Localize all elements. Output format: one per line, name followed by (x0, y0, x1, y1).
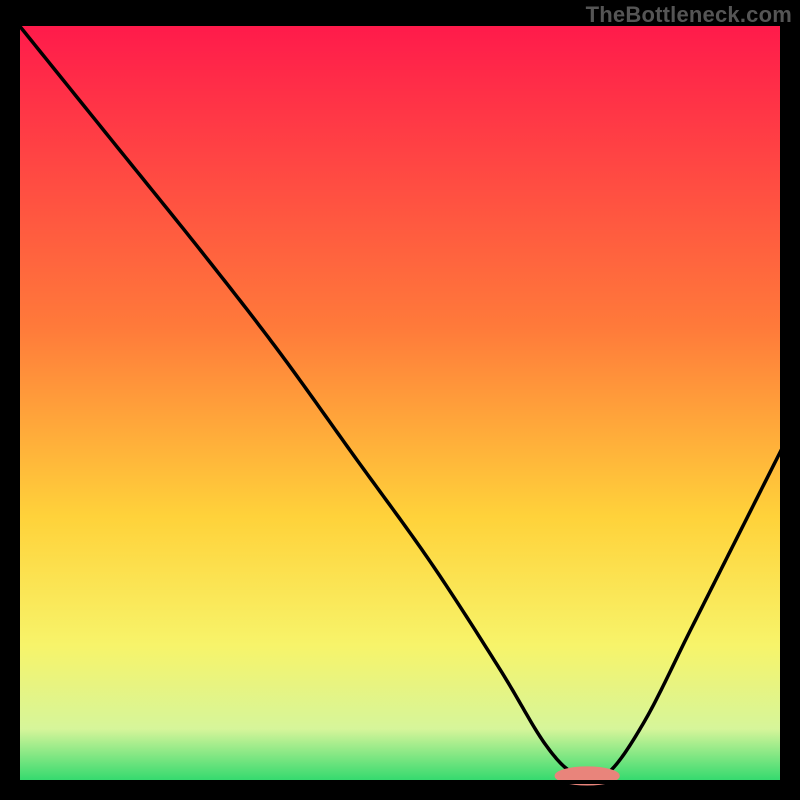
chart-svg (0, 0, 800, 800)
chart-container: { "watermark": "TheBottleneck.com", "col… (0, 0, 800, 800)
watermark-text: TheBottleneck.com (586, 2, 792, 28)
plot-background (18, 24, 782, 782)
